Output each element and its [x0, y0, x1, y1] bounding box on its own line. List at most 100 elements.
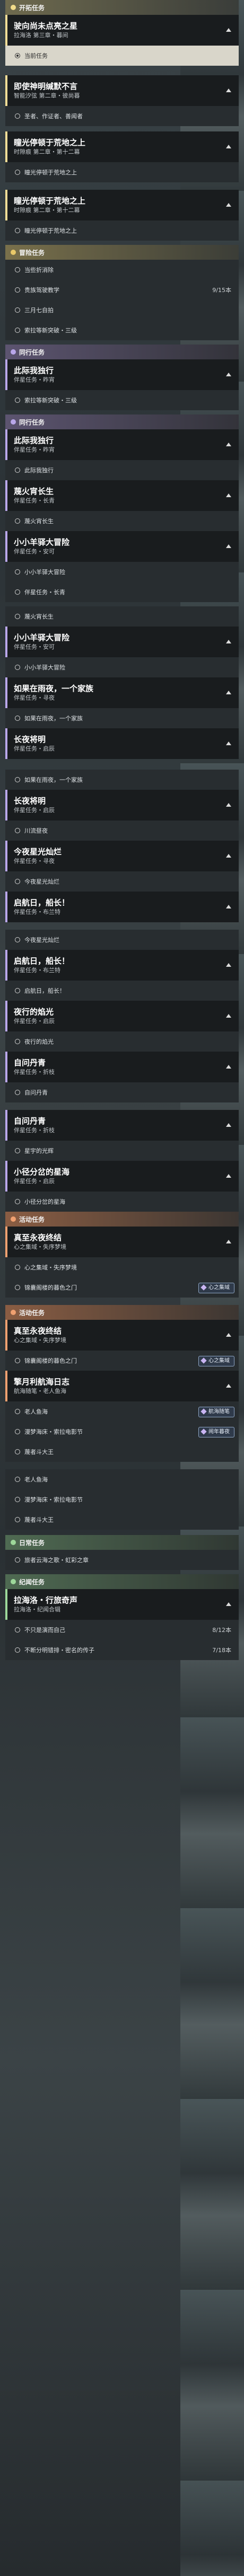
quest-step[interactable]: 自问丹青 — [5, 1082, 239, 1102]
event-badge[interactable]: 心之集域 — [198, 1356, 234, 1366]
quest-card[interactable]: 长夜将明 伴星任务・启辰 — [5, 728, 239, 759]
quest-step[interactable]: 启航日，船长！ — [5, 981, 239, 1001]
quest-card[interactable]: 启航日，船长！ 伴星任务・布兰特 — [5, 892, 239, 922]
quest-step[interactable]: 索拉等新突破・三级 — [5, 390, 239, 410]
collapse-chevron-icon[interactable] — [226, 1174, 231, 1178]
quest-card[interactable]: 擎月利航海日志 航海随笔・老人鱼海 — [5, 1371, 239, 1401]
quest-card[interactable]: 驶向尚未点亮之星 拉海洛 第三章・暮间 — [5, 15, 239, 46]
quest-step[interactable]: 如果在雨夜，一个家族 — [5, 708, 239, 728]
quest-step[interactable]: 圣者、作证者、善闻者 — [5, 106, 239, 126]
quest-card[interactable]: 夜行的焰光 伴星任务・启辰 — [5, 1001, 239, 1031]
quest-card[interactable]: 真至永夜终结 心之集域・失序梦境 — [5, 1320, 239, 1351]
collapse-chevron-icon[interactable] — [226, 203, 231, 207]
collapse-chevron-icon[interactable] — [226, 443, 231, 446]
quest-step[interactable]: 瞳光停顿于荒地之上 — [5, 220, 239, 241]
quest-step[interactable]: 夜行的焰光 — [5, 1031, 239, 1052]
quest-step[interactable]: 小径分岔的星海 — [5, 1192, 239, 1212]
section-header[interactable]: 同行任务 — [5, 414, 239, 429]
event-badge[interactable]: 航海随笔 — [198, 1407, 234, 1417]
section-header[interactable]: 日常任务 — [5, 1535, 239, 1550]
quest-step[interactable]: 老人鱼海 — [5, 1469, 239, 1489]
quest-card[interactable]: 自问丹青 伴星任务・折枝 — [5, 1052, 239, 1082]
collapse-chevron-icon[interactable] — [226, 905, 231, 908]
collapse-chevron-icon[interactable] — [226, 1602, 231, 1606]
quest-step[interactable]: 今夜星光灿烂 — [5, 930, 239, 950]
quest-card[interactable]: 此际我独行 伴星任务・昨宵 — [5, 359, 239, 390]
quest-list[interactable]: 开拓任务 驶向尚未点亮之星 拉海洛 第三章・暮间 当前任务即使神明缄默不言 智能汐弦 第… — [0, 0, 244, 1660]
quest-step[interactable]: 不只是演而自己 8/12本 — [5, 1620, 239, 1640]
section-header[interactable]: 冒险任务 — [5, 245, 239, 260]
collapse-chevron-icon[interactable] — [226, 89, 231, 92]
quest-step[interactable]: 旅者云海之歌・虹彩之章 — [5, 1550, 239, 1570]
collapse-chevron-icon[interactable] — [226, 373, 231, 376]
quest-card[interactable]: 此际我独行 伴星任务・昨宵 — [5, 429, 239, 460]
quest-step[interactable]: 蔑火宵长生 — [5, 606, 239, 627]
quest-card[interactable]: 即使神明缄默不言 智能汐弦 第二章・彼尚暮 — [5, 75, 239, 106]
collapse-chevron-icon[interactable] — [226, 145, 231, 148]
quest-step[interactable]: 漫梦海床・索拉电影节 — [5, 1489, 239, 1510]
quest-card[interactable]: 如果在雨夜，一个家族 伴星任务・寻夜 — [5, 677, 239, 708]
quest-card[interactable]: 瞳光停顿于荒地之上 时隙痕 第二章・第十二幕 — [5, 190, 239, 220]
quest-card[interactable]: 启航日，船长！ 伴星任务・布兰特 — [5, 950, 239, 981]
quest-step[interactable]: 漫梦海床・索拉电影节 闹年暮夜 — [5, 1422, 239, 1442]
quest-step[interactable]: 锦囊阁楼的暮色之门 心之集域 — [5, 1277, 239, 1298]
collapse-chevron-icon[interactable] — [226, 963, 231, 967]
quest-step[interactable]: 如果在雨夜，一个家族 — [5, 770, 239, 790]
quest-title: 今夜星光灿烂 — [14, 847, 62, 857]
quest-step[interactable]: 伴星任务・长青 — [5, 582, 239, 602]
quest-step[interactable]: 老人鱼海 航海随笔 — [5, 1401, 239, 1422]
event-badge[interactable]: 闹年暮夜 — [198, 1427, 234, 1437]
section-header[interactable]: 活动任务 — [5, 1212, 239, 1227]
section-header[interactable]: 活动任务 — [5, 1305, 239, 1320]
collapse-chevron-icon[interactable] — [226, 691, 231, 694]
collapse-chevron-icon[interactable] — [226, 742, 231, 745]
step-radio-icon — [15, 1285, 20, 1290]
quest-card[interactable]: 拉海洛・行旅奇声 拉海洛・纪闻合辑 — [5, 1589, 239, 1620]
section-header[interactable]: 开拓任务 — [5, 0, 239, 15]
quest-step[interactable]: 索拉等新突破・三级 — [5, 320, 239, 340]
quest-card[interactable]: 蔑火宵长生 伴星任务・长青 — [5, 480, 239, 511]
quest-card[interactable]: 小径分岔的星海 伴星任务・启辰 — [5, 1161, 239, 1192]
quest-step[interactable]: 蔑者斗大王 — [5, 1510, 239, 1530]
quest-step[interactable]: 今夜星光灿烂 — [5, 871, 239, 892]
quest-step[interactable]: 蔑者斗大王 — [5, 1442, 239, 1462]
quest-step[interactable]: 心之集域・失序梦境 — [5, 1257, 239, 1277]
quest-step[interactable]: 不断分明错排・密名的传子 7/18本 — [5, 1640, 239, 1660]
quest-card[interactable]: 小小羊驿大冒险 伴星任务・安可 — [5, 531, 239, 562]
quest-card[interactable]: 长夜将明 伴星任务・启辰 — [5, 790, 239, 821]
quest-card[interactable]: 真至永夜终结 心之集域・失序梦境 — [5, 1227, 239, 1257]
step-label: 启航日，船长！ — [24, 987, 65, 994]
quest-step[interactable]: 当前任务 — [5, 46, 239, 66]
collapse-chevron-icon[interactable] — [226, 28, 231, 32]
quest-card[interactable]: 小小羊驿大冒险 伴星任务・安可 — [5, 627, 239, 657]
collapse-chevron-icon[interactable] — [226, 1014, 231, 1018]
quest-step[interactable]: 小小羊驿大冒险 — [5, 562, 239, 582]
collapse-chevron-icon[interactable] — [226, 1333, 231, 1337]
collapse-chevron-icon[interactable] — [226, 1240, 231, 1243]
quest-title: 自问丹青 — [14, 1116, 46, 1126]
collapse-chevron-icon[interactable] — [226, 854, 231, 858]
quest-step[interactable]: 小小羊驿大冒险 — [5, 657, 239, 677]
quest-step[interactable]: 蔑火宵长生 — [5, 511, 239, 531]
quest-card[interactable]: 自问丹青 伴星任务・折枝 — [5, 1110, 239, 1141]
quest-step[interactable]: 瞳光停顿于荒地之上 — [5, 162, 239, 182]
collapse-chevron-icon[interactable] — [226, 1065, 231, 1069]
quest-step[interactable]: 贵族驾驶教学 9/15本 — [5, 280, 239, 300]
collapse-chevron-icon[interactable] — [226, 1384, 231, 1388]
collapse-chevron-icon[interactable] — [226, 544, 231, 548]
quest-card[interactable]: 瞳光停顿于荒地之上 时隙痕 第二章・第十二幕 — [5, 131, 239, 162]
quest-step[interactable]: 川流昼夜 — [5, 821, 239, 841]
collapse-chevron-icon[interactable] — [226, 493, 231, 497]
section-header[interactable]: 纪闻任务 — [5, 1574, 239, 1589]
collapse-chevron-icon[interactable] — [226, 1123, 231, 1127]
quest-step[interactable]: 星宇的光辉 — [5, 1141, 239, 1161]
quest-card[interactable]: 今夜星光灿烂 伴星任务・寻夜 — [5, 841, 239, 871]
collapse-chevron-icon[interactable] — [226, 803, 231, 807]
section-header[interactable]: 同行任务 — [5, 345, 239, 359]
event-badge[interactable]: 心之集域 — [198, 1283, 234, 1293]
collapse-chevron-icon[interactable] — [226, 640, 231, 643]
quest-step[interactable]: 当些折消除 — [5, 260, 239, 280]
quest-step[interactable]: 锦囊阁楼的暮色之门 心之集域 — [5, 1351, 239, 1371]
quest-step[interactable]: 此际我独行 — [5, 460, 239, 480]
quest-step[interactable]: 三月七自拍 — [5, 300, 239, 320]
